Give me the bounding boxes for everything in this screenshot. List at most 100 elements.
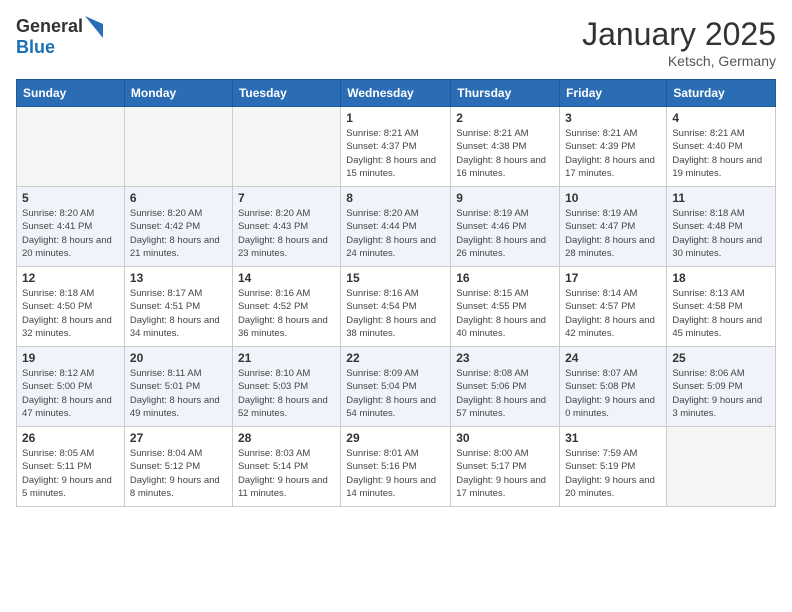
day-number: 16 bbox=[456, 271, 554, 285]
day-number: 21 bbox=[238, 351, 335, 365]
day-number: 7 bbox=[238, 191, 335, 205]
day-number: 29 bbox=[346, 431, 445, 445]
weekday-header: Tuesday bbox=[232, 80, 340, 107]
weekday-header: Wednesday bbox=[341, 80, 451, 107]
day-number: 9 bbox=[456, 191, 554, 205]
day-info: Sunrise: 8:05 AM Sunset: 5:11 PM Dayligh… bbox=[22, 447, 119, 500]
day-info: Sunrise: 8:08 AM Sunset: 5:06 PM Dayligh… bbox=[456, 367, 554, 420]
calendar-cell: 3 Sunrise: 8:21 AM Sunset: 4:39 PM Daylig… bbox=[560, 107, 667, 187]
page-header: General Blue January 2025 Ketsch, German… bbox=[16, 16, 776, 69]
day-info: Sunrise: 8:01 AM Sunset: 5:16 PM Dayligh… bbox=[346, 447, 445, 500]
day-info: Sunrise: 8:20 AM Sunset: 4:43 PM Dayligh… bbox=[238, 207, 335, 260]
calendar-cell: 13 Sunrise: 8:17 AM Sunset: 4:51 PM Dayli… bbox=[124, 267, 232, 347]
calendar-cell: 10 Sunrise: 8:19 AM Sunset: 4:47 PM Dayli… bbox=[560, 187, 667, 267]
day-info: Sunrise: 8:16 AM Sunset: 4:52 PM Dayligh… bbox=[238, 287, 335, 340]
day-info: Sunrise: 8:15 AM Sunset: 4:55 PM Dayligh… bbox=[456, 287, 554, 340]
day-info: Sunrise: 8:09 AM Sunset: 5:04 PM Dayligh… bbox=[346, 367, 445, 420]
calendar-cell bbox=[667, 427, 776, 507]
weekday-header: Friday bbox=[560, 80, 667, 107]
calendar-week-row: 19 Sunrise: 8:12 AM Sunset: 5:00 PM Dayli… bbox=[17, 347, 776, 427]
calendar-cell: 9 Sunrise: 8:19 AM Sunset: 4:46 PM Daylig… bbox=[451, 187, 560, 267]
calendar-cell: 2 Sunrise: 8:21 AM Sunset: 4:38 PM Daylig… bbox=[451, 107, 560, 187]
day-info: Sunrise: 8:04 AM Sunset: 5:12 PM Dayligh… bbox=[130, 447, 227, 500]
calendar-cell: 21 Sunrise: 8:10 AM Sunset: 5:03 PM Dayli… bbox=[232, 347, 340, 427]
day-info: Sunrise: 8:18 AM Sunset: 4:48 PM Dayligh… bbox=[672, 207, 770, 260]
logo-general-text: General bbox=[16, 17, 83, 37]
calendar-week-row: 1Sunrise: 8:21 AM Sunset: 4:37 PM Daylig… bbox=[17, 107, 776, 187]
day-info: Sunrise: 8:19 AM Sunset: 4:46 PM Dayligh… bbox=[456, 207, 554, 260]
calendar-table: SundayMondayTuesdayWednesdayThursdayFrid… bbox=[16, 79, 776, 507]
calendar-cell: 18 Sunrise: 8:13 AM Sunset: 4:58 PM Dayli… bbox=[667, 267, 776, 347]
day-number: 25 bbox=[672, 351, 770, 365]
calendar-week-row: 12Sunrise: 8:18 AM Sunset: 4:50 PM Dayli… bbox=[17, 267, 776, 347]
day-number: 15 bbox=[346, 271, 445, 285]
month-title: January 2025 bbox=[582, 16, 776, 53]
day-number: 22 bbox=[346, 351, 445, 365]
day-info: Sunrise: 8:06 AM Sunset: 5:09 PM Dayligh… bbox=[672, 367, 770, 420]
day-info: Sunrise: 8:21 AM Sunset: 4:39 PM Dayligh… bbox=[565, 127, 661, 180]
calendar-cell: 22 Sunrise: 8:09 AM Sunset: 5:04 PM Dayli… bbox=[341, 347, 451, 427]
day-info: Sunrise: 8:14 AM Sunset: 4:57 PM Dayligh… bbox=[565, 287, 661, 340]
day-number: 18 bbox=[672, 271, 770, 285]
day-info: Sunrise: 8:03 AM Sunset: 5:14 PM Dayligh… bbox=[238, 447, 335, 500]
day-info: Sunrise: 8:12 AM Sunset: 5:00 PM Dayligh… bbox=[22, 367, 119, 420]
day-info: Sunrise: 8:21 AM Sunset: 4:40 PM Dayligh… bbox=[672, 127, 770, 180]
calendar-cell: 25 Sunrise: 8:06 AM Sunset: 5:09 PM Dayli… bbox=[667, 347, 776, 427]
day-number: 3 bbox=[565, 111, 661, 125]
logo: General Blue bbox=[16, 16, 103, 58]
day-info: Sunrise: 8:17 AM Sunset: 4:51 PM Dayligh… bbox=[130, 287, 227, 340]
day-number: 23 bbox=[456, 351, 554, 365]
calendar-cell: 26 Sunrise: 8:05 AM Sunset: 5:11 PM Dayli… bbox=[17, 427, 125, 507]
calendar-cell: 8 Sunrise: 8:20 AM Sunset: 4:44 PM Daylig… bbox=[341, 187, 451, 267]
day-number: 17 bbox=[565, 271, 661, 285]
calendar-cell bbox=[17, 107, 125, 187]
calendar-cell: 11Sunrise: 8:18 AM Sunset: 4:48 PM Dayli… bbox=[667, 187, 776, 267]
day-info: Sunrise: 8:20 AM Sunset: 4:41 PM Dayligh… bbox=[22, 207, 119, 260]
calendar-cell: 5 Sunrise: 8:20 AM Sunset: 4:41 PM Daylig… bbox=[17, 187, 125, 267]
day-number: 27 bbox=[130, 431, 227, 445]
calendar-cell: 28Sunrise: 8:03 AM Sunset: 5:14 PM Dayli… bbox=[232, 427, 340, 507]
day-info: Sunrise: 8:20 AM Sunset: 4:44 PM Dayligh… bbox=[346, 207, 445, 260]
day-number: 5 bbox=[22, 191, 119, 205]
title-block: January 2025 Ketsch, Germany bbox=[582, 16, 776, 69]
calendar-cell bbox=[232, 107, 340, 187]
day-info: Sunrise: 8:10 AM Sunset: 5:03 PM Dayligh… bbox=[238, 367, 335, 420]
calendar-cell: 19 Sunrise: 8:12 AM Sunset: 5:00 PM Dayli… bbox=[17, 347, 125, 427]
day-info: Sunrise: 8:13 AM Sunset: 4:58 PM Dayligh… bbox=[672, 287, 770, 340]
calendar-cell: 17 Sunrise: 8:14 AM Sunset: 4:57 PM Dayli… bbox=[560, 267, 667, 347]
day-number: 4 bbox=[672, 111, 770, 125]
calendar-cell: 29 Sunrise: 8:01 AM Sunset: 5:16 PM Dayli… bbox=[341, 427, 451, 507]
day-number: 26 bbox=[22, 431, 119, 445]
weekday-header-row: SundayMondayTuesdayWednesdayThursdayFrid… bbox=[17, 80, 776, 107]
day-number: 20 bbox=[130, 351, 227, 365]
day-number: 30 bbox=[456, 431, 554, 445]
calendar-cell: 14 Sunrise: 8:16 AM Sunset: 4:52 PM Dayli… bbox=[232, 267, 340, 347]
day-number: 2 bbox=[456, 111, 554, 125]
day-number: 12 bbox=[22, 271, 119, 285]
day-number: 6 bbox=[130, 191, 227, 205]
day-number: 10 bbox=[565, 191, 661, 205]
weekday-header: Monday bbox=[124, 80, 232, 107]
day-number: 14 bbox=[238, 271, 335, 285]
calendar-cell: 1Sunrise: 8:21 AM Sunset: 4:37 PM Daylig… bbox=[341, 107, 451, 187]
location: Ketsch, Germany bbox=[582, 53, 776, 69]
calendar-cell: 6Sunrise: 8:20 AM Sunset: 4:42 PM Daylig… bbox=[124, 187, 232, 267]
day-number: 24 bbox=[565, 351, 661, 365]
day-number: 31 bbox=[565, 431, 661, 445]
calendar-cell: 12Sunrise: 8:18 AM Sunset: 4:50 PM Dayli… bbox=[17, 267, 125, 347]
day-number: 19 bbox=[22, 351, 119, 365]
calendar-cell: 20Sunrise: 8:11 AM Sunset: 5:01 PM Dayli… bbox=[124, 347, 232, 427]
day-info: Sunrise: 8:21 AM Sunset: 4:37 PM Dayligh… bbox=[346, 127, 445, 180]
day-info: Sunrise: 8:21 AM Sunset: 4:38 PM Dayligh… bbox=[456, 127, 554, 180]
weekday-header: Sunday bbox=[17, 80, 125, 107]
calendar-cell bbox=[124, 107, 232, 187]
calendar-cell: 15Sunrise: 8:16 AM Sunset: 4:54 PM Dayli… bbox=[341, 267, 451, 347]
calendar-cell: 30Sunrise: 8:00 AM Sunset: 5:17 PM Dayli… bbox=[451, 427, 560, 507]
day-number: 8 bbox=[346, 191, 445, 205]
calendar-week-row: 26 Sunrise: 8:05 AM Sunset: 5:11 PM Dayli… bbox=[17, 427, 776, 507]
logo-icon bbox=[85, 16, 103, 38]
day-info: Sunrise: 8:19 AM Sunset: 4:47 PM Dayligh… bbox=[565, 207, 661, 260]
logo-blue-text: Blue bbox=[16, 38, 103, 58]
day-number: 13 bbox=[130, 271, 227, 285]
calendar-cell: 7 Sunrise: 8:20 AM Sunset: 4:43 PM Daylig… bbox=[232, 187, 340, 267]
